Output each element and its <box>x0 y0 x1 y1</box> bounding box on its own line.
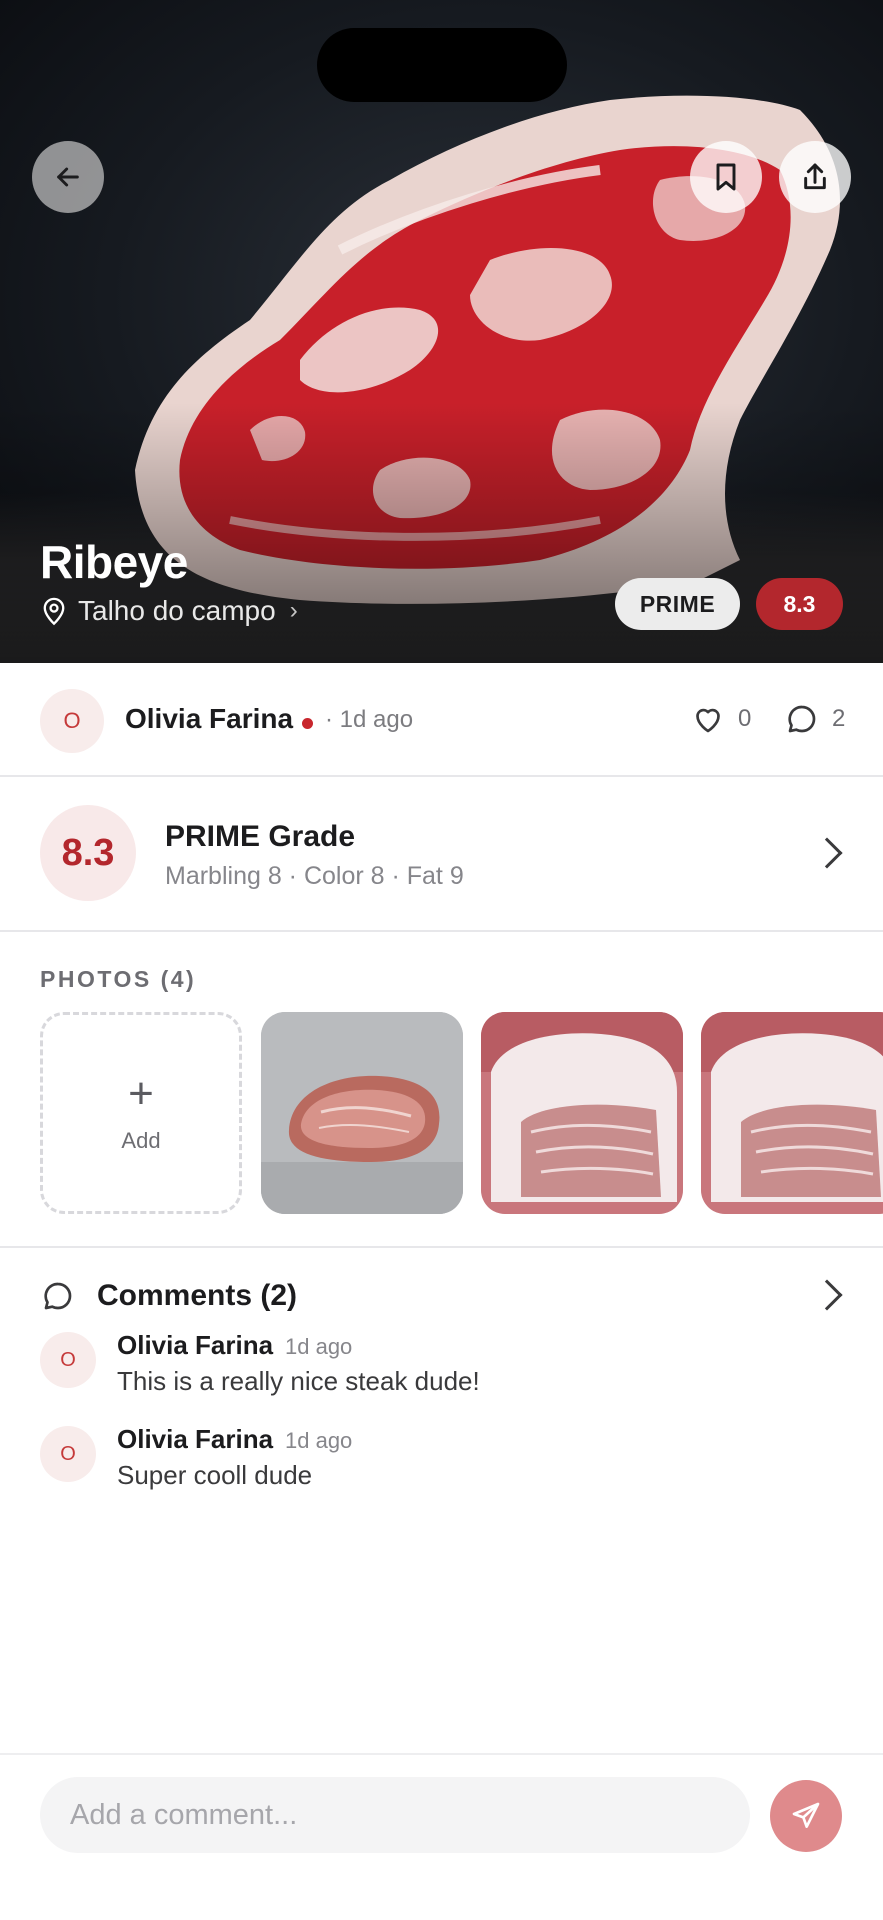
status-dot <box>302 718 313 729</box>
location-link[interactable]: Talho do campo › <box>40 595 298 627</box>
chevron-right-icon <box>811 1279 843 1311</box>
avatar[interactable]: O <box>40 1332 96 1388</box>
chevron-right-icon <box>811 837 843 869</box>
heart-icon <box>696 708 720 733</box>
location-label: Talho do campo <box>78 595 276 626</box>
avatar[interactable]: O <box>40 1426 96 1482</box>
author-name[interactable]: Olivia Farina <box>125 703 293 735</box>
wagyu-photo <box>481 1012 683 1214</box>
share-icon <box>804 163 826 190</box>
plus-icon: + <box>128 1069 154 1118</box>
map-pin-icon <box>43 597 65 626</box>
comment-author[interactable]: Olivia Farina <box>117 1330 273 1361</box>
share-button[interactable] <box>779 141 851 213</box>
add-photo-button[interactable]: + Add <box>40 1012 242 1214</box>
like-count: 0 <box>738 705 752 732</box>
chat-bubble-icon <box>44 1282 72 1310</box>
comments-header[interactable]: Comments (2) <box>0 1268 883 1324</box>
comment-item: O Olivia Farina 1d ago This is a really … <box>0 1330 883 1410</box>
back-button[interactable] <box>32 141 104 213</box>
grade-card[interactable]: 8.3 PRIME Grade Marbling 8 · Color 8 · F… <box>0 777 883 932</box>
bookmark-button[interactable] <box>690 141 762 213</box>
photos-section-label: PHOTOS (4) <box>40 966 197 992</box>
comment-author[interactable]: Olivia Farina <box>117 1424 273 1455</box>
chevron-right-icon: › <box>289 597 298 624</box>
author-row: O Olivia Farina · 1d ago 0 2 <box>0 663 883 777</box>
arrow-left-icon <box>57 167 79 187</box>
photo-thumbnail[interactable] <box>701 1012 883 1214</box>
comment-input[interactable] <box>40 1777 750 1853</box>
comments-title: Comments (2) <box>97 1279 298 1312</box>
score-badge: 8.3 <box>756 578 843 630</box>
grade-score: 8.3 <box>40 805 136 901</box>
comment-time: 1d ago <box>285 1334 353 1359</box>
paper-plane-icon <box>792 1802 820 1828</box>
steak-photo <box>261 1012 463 1214</box>
dynamic-island <box>317 28 567 102</box>
grade-badge: PRIME <box>615 578 740 630</box>
grade-title: PRIME Grade <box>165 820 356 853</box>
wagyu-photo <box>701 1012 883 1214</box>
divider <box>0 1246 883 1248</box>
send-button[interactable] <box>770 1780 842 1852</box>
comment-time: 1d ago <box>285 1428 353 1453</box>
item-title: Ribeye <box>40 536 188 588</box>
chat-bubble-icon <box>788 705 816 733</box>
photos-carousel[interactable]: + Add <box>0 1012 883 1214</box>
avatar[interactable]: O <box>40 689 104 753</box>
photo-thumbnail[interactable] <box>261 1012 463 1214</box>
post-time: · 1d ago <box>325 706 414 733</box>
comment-composer <box>0 1753 883 1920</box>
bookmark-icon <box>716 163 736 191</box>
like-button[interactable]: 0 <box>690 701 751 737</box>
comment-text: This is a really nice steak dude! <box>117 1366 480 1396</box>
photo-thumbnail[interactable] <box>481 1012 683 1214</box>
comment-count: 2 <box>832 705 846 732</box>
comment-count-button[interactable]: 2 <box>784 701 845 737</box>
comment-item: O Olivia Farina 1d ago Super cooll dude <box>0 1424 883 1504</box>
grade-breakdown: Marbling 8 · Color 8 · Fat 9 <box>165 862 464 890</box>
comment-text: Super cooll dude <box>117 1460 313 1490</box>
add-photo-label: Add <box>121 1128 161 1153</box>
